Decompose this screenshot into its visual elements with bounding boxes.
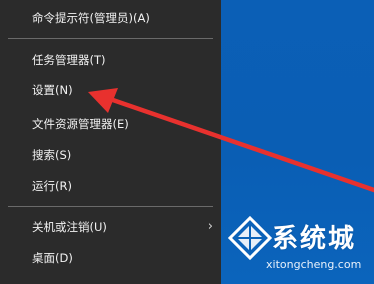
- watermark-url: xitongcheng.com: [266, 258, 362, 271]
- menu-item-label: 设置(N): [32, 83, 73, 97]
- menu-item-command-prompt-admin[interactable]: 命令提示符(管理员)(A): [0, 1, 221, 35]
- watermark: 系统城 xitongcheng.com: [228, 212, 368, 282]
- menu-item-run[interactable]: 运行(R): [0, 169, 221, 203]
- menu-item-label: 桌面(D): [32, 251, 73, 265]
- menu-item-label: 搜索(S): [32, 148, 72, 162]
- menu-item-label: 文件资源管理器(E): [32, 117, 129, 131]
- screenshot: 命令提示符(管理员)(A) 任务管理器(T) 设置(N) 文件资源管理器(E) …: [0, 0, 374, 284]
- winx-context-menu: 命令提示符(管理员)(A) 任务管理器(T) 设置(N) 文件资源管理器(E) …: [0, 0, 221, 284]
- watermark-brand: 系统城: [272, 224, 357, 254]
- menu-item-label: 命令提示符(管理员)(A): [32, 11, 150, 25]
- menu-separator: [8, 206, 213, 207]
- menu-item-label: 运行(R): [32, 179, 72, 193]
- chevron-right-icon: ›: [207, 219, 213, 234]
- menu-item-task-manager[interactable]: 任务管理器(T): [0, 43, 221, 77]
- menu-item-label: 关机或注销(U): [32, 220, 107, 234]
- menu-item-shutdown-signout[interactable]: 关机或注销(U) ›: [0, 210, 221, 244]
- menu-item-settings[interactable]: 设置(N): [0, 73, 221, 107]
- menu-item-file-explorer[interactable]: 文件资源管理器(E): [0, 107, 221, 141]
- menu-separator: [8, 38, 213, 39]
- windows-logo-icon: [228, 216, 272, 260]
- menu-item-label: 任务管理器(T): [32, 53, 106, 67]
- menu-item-search[interactable]: 搜索(S): [0, 138, 221, 172]
- menu-item-desktop[interactable]: 桌面(D): [0, 241, 221, 275]
